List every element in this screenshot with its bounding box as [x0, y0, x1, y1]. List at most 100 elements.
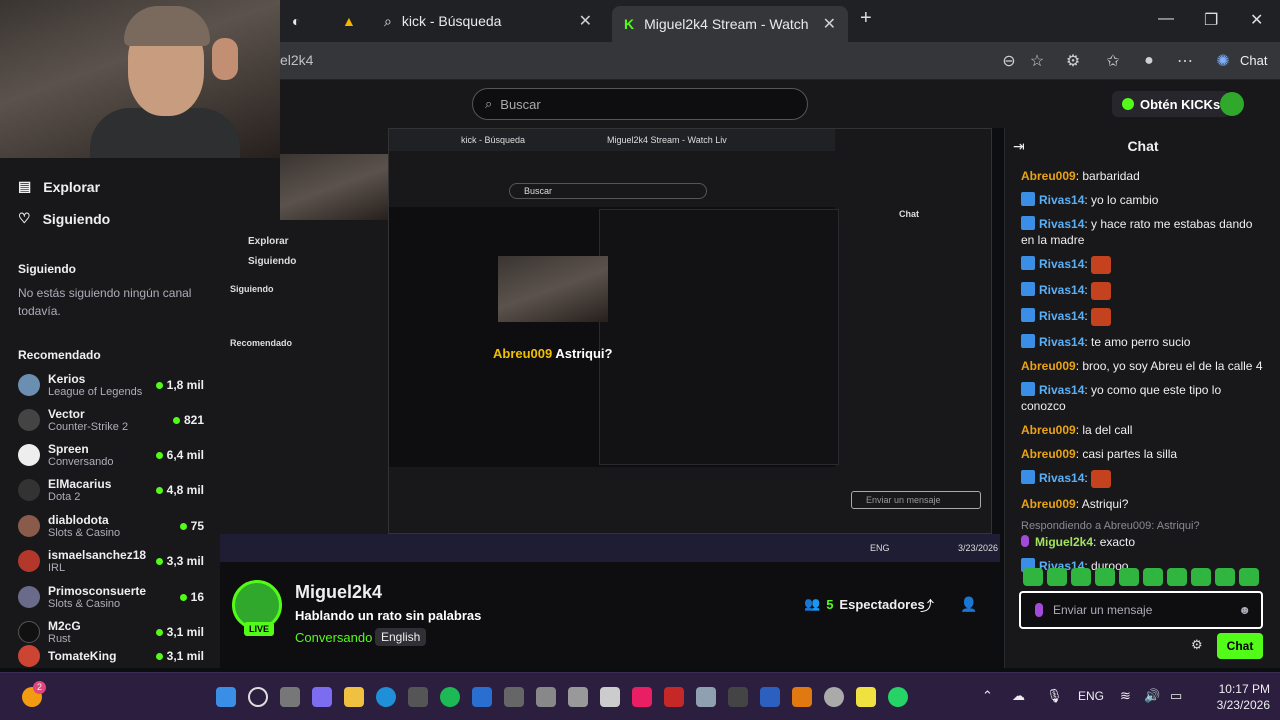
search-icon[interactable]: [248, 687, 268, 707]
recommended-channel[interactable]: Vector Counter-Strike 2 821: [18, 403, 204, 437]
favorite-star-icon[interactable]: ☆: [1026, 50, 1048, 72]
app-icon[interactable]: [664, 687, 684, 707]
favorites-icon[interactable]: ✩: [1102, 50, 1124, 72]
video-player[interactable]: kick - Búsqueda Miguel2k4 Stream - Watch…: [220, 128, 1000, 562]
emote-icon[interactable]: [1071, 568, 1091, 586]
copilot-chat-label[interactable]: Chat: [1240, 53, 1267, 68]
tab-pinned-drive[interactable]: ▲: [330, 6, 368, 36]
chat-username[interactable]: Miguel2k4: [1035, 535, 1093, 549]
stream-category[interactable]: Conversando: [295, 630, 372, 645]
chat-input[interactable]: Enviar un mensaje ☻: [1019, 591, 1263, 629]
system-clock[interactable]: 10:17 PM 3/23/2026: [1217, 681, 1270, 713]
whatsapp-icon[interactable]: [888, 687, 908, 707]
restore-icon[interactable]: ❐: [1204, 10, 1218, 30]
close-icon[interactable]: ✕: [579, 11, 592, 31]
chat-username[interactable]: Abreu009: [1021, 447, 1076, 461]
app-icon[interactable]: [600, 687, 620, 707]
recommended-channel[interactable]: TomateKing 3,1 mil: [18, 644, 204, 668]
captured-webcam: [280, 154, 388, 220]
minimize-icon[interactable]: —: [1158, 10, 1174, 28]
search-input[interactable]: ⌕ Buscar: [472, 88, 808, 120]
recommended-channel[interactable]: ElMacarius Dota 2 4,8 mil: [18, 473, 204, 507]
chat-username[interactable]: Rivas14: [1039, 257, 1084, 271]
chat-username[interactable]: Rivas14: [1039, 309, 1084, 323]
obs-icon[interactable]: [824, 687, 844, 707]
start-icon[interactable]: [216, 687, 236, 707]
chat-username[interactable]: Abreu009: [1021, 423, 1076, 437]
chat-username[interactable]: Rivas14: [1039, 217, 1084, 231]
tab-pinned-1[interactable]: ◐: [280, 6, 312, 36]
volume-icon[interactable]: 🔊: [1144, 688, 1160, 704]
emote-icon[interactable]: [1047, 568, 1067, 586]
tab-kick-stream[interactable]: K Miguel2k4 Stream - Watch Live on ✕: [612, 6, 848, 42]
emote-icon[interactable]: [1023, 568, 1043, 586]
copilot-icon[interactable]: [312, 687, 332, 707]
spotify-icon[interactable]: [440, 687, 460, 707]
emote-icon[interactable]: [1239, 568, 1259, 586]
following-empty-text: No estás siguiendo ningún canal todavía.: [18, 286, 192, 318]
share-icon[interactable]: ⤴: [920, 596, 934, 616]
emoji-icon[interactable]: ☻: [1238, 603, 1251, 617]
emote-icon[interactable]: [1167, 568, 1187, 586]
new-tab-icon[interactable]: +: [860, 7, 872, 30]
chat-send-button[interactable]: Chat: [1217, 633, 1263, 659]
illustrator-icon[interactable]: [792, 687, 812, 707]
edge-icon[interactable]: [376, 687, 396, 707]
app-icon[interactable]: [504, 687, 524, 707]
extensions-icon[interactable]: ⚙: [1062, 50, 1084, 72]
chevron-up-icon[interactable]: ⌃: [982, 688, 993, 704]
nav-following[interactable]: ♡ Siguiendo: [18, 210, 110, 227]
recommended-channel[interactable]: Kerios League of Legends 1,8 mil: [18, 368, 204, 402]
app-icon[interactable]: [568, 687, 588, 707]
photoshop-icon[interactable]: [760, 687, 780, 707]
chat-username[interactable]: Rivas14: [1039, 335, 1084, 349]
chat-username[interactable]: Rivas14: [1039, 193, 1084, 207]
language-tag[interactable]: English: [375, 628, 427, 646]
user-avatar[interactable]: [1220, 92, 1244, 116]
store-icon[interactable]: [408, 687, 428, 707]
task-view-icon[interactable]: [280, 687, 300, 707]
close-window-icon[interactable]: ✕: [1250, 10, 1263, 30]
cloud-icon[interactable]: ☁: [1012, 688, 1025, 704]
notes-icon[interactable]: [856, 687, 876, 707]
chat-username[interactable]: Abreu009: [1021, 359, 1076, 373]
follow-user-icon[interactable]: 👤: [960, 596, 977, 613]
battery-icon[interactable]: ▭: [1170, 688, 1182, 704]
recommended-channel[interactable]: Primosconsuerte Slots & Casino 16: [18, 580, 204, 614]
chat-username[interactable]: Rivas14: [1039, 283, 1084, 297]
language-indicator[interactable]: ENG: [1078, 689, 1104, 703]
recommended-channel[interactable]: Spreen Conversando 6,4 mil: [18, 438, 204, 472]
get-kicks-button[interactable]: Obtén KICKs: [1112, 91, 1231, 117]
tab-search[interactable]: ⌕ kick - Búsqueda ✕: [372, 6, 604, 36]
emote-icon[interactable]: [1215, 568, 1235, 586]
recommended-channel[interactable]: diablodota Slots & Casino 75: [18, 509, 204, 543]
mic-icon[interactable]: [1035, 603, 1043, 617]
emote-icon[interactable]: [1191, 568, 1211, 586]
calculator-icon[interactable]: [696, 687, 716, 707]
chat-username[interactable]: Abreu009: [1021, 169, 1076, 183]
recommended-channel[interactable]: ismaelsanchez18 IRL 3,3 mil: [18, 544, 204, 578]
emote-icon[interactable]: [1119, 568, 1139, 586]
file-explorer-icon[interactable]: [344, 687, 364, 707]
emote-icon[interactable]: [1095, 568, 1115, 586]
address-bar[interactable]: el2k4: [280, 52, 313, 68]
app-icon[interactable]: [728, 687, 748, 707]
user-badge-icon: [1021, 308, 1035, 323]
nav-explore[interactable]: ▤ Explorar: [18, 178, 100, 195]
profile-icon[interactable]: ●: [1138, 50, 1160, 72]
music-icon[interactable]: [632, 687, 652, 707]
channel-name[interactable]: Miguel2k4: [295, 582, 382, 603]
wifi-icon[interactable]: ≋: [1120, 688, 1131, 704]
close-icon[interactable]: ✕: [823, 14, 836, 34]
gear-icon[interactable]: ⚙: [1191, 637, 1203, 653]
zoom-icon[interactable]: ⊖: [998, 50, 1020, 72]
chat-username[interactable]: Rivas14: [1039, 383, 1084, 397]
copilot-icon[interactable]: ✺: [1212, 50, 1234, 72]
emote-icon[interactable]: [1143, 568, 1163, 586]
app-icon[interactable]: [536, 687, 556, 707]
menu-icon[interactable]: ⋯: [1174, 50, 1196, 72]
mic-icon[interactable]: 🎙: [1046, 688, 1063, 704]
chat-username[interactable]: Rivas14: [1039, 471, 1084, 485]
chat-username[interactable]: Abreu009: [1021, 497, 1076, 511]
shield-icon[interactable]: [472, 687, 492, 707]
